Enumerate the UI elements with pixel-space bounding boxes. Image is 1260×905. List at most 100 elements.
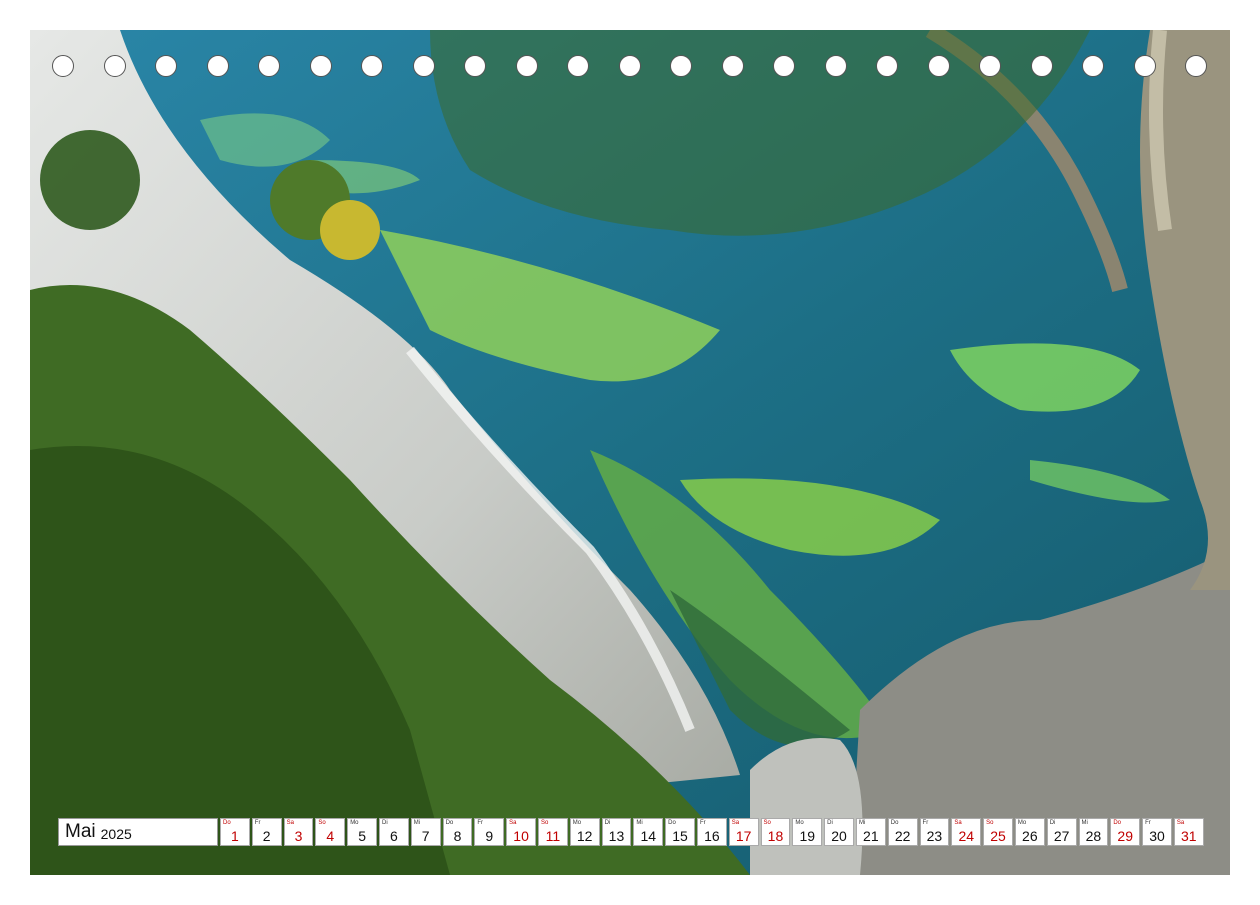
day-cell: Di 6: [378, 818, 409, 846]
day-cell: Sa 3: [283, 818, 314, 846]
day-number: 14: [640, 828, 657, 844]
day-number: 10: [513, 828, 529, 844]
binding-hole: [721, 55, 744, 77]
year-label: 2025: [100, 825, 132, 842]
calendar-photo: [30, 30, 1230, 875]
day-cell: Di 27: [1046, 818, 1077, 846]
day-number: 27: [1053, 828, 1070, 844]
weekday-label: Mi: [858, 820, 866, 826]
day-cell: Do 8: [442, 818, 473, 846]
weekday-label: So: [986, 820, 994, 826]
weekday-label: Fr: [922, 820, 929, 826]
day-number: 8: [453, 828, 462, 844]
day-cell: Do 29: [1110, 818, 1141, 846]
binding-hole: [670, 55, 692, 77]
day-cell: Do 15: [665, 818, 695, 846]
day-number: 26: [1022, 828, 1038, 844]
binding-hole: [412, 55, 435, 77]
weekday-label: Do: [668, 820, 676, 826]
day-number: 5: [358, 828, 366, 844]
weekday-label: Di: [381, 820, 388, 826]
binding-hole: [515, 55, 538, 77]
binding-hole: [309, 55, 332, 77]
day-cell: Sa 10: [506, 818, 536, 846]
day-cell: Mi 7: [410, 818, 441, 846]
weekday-label: Sa: [954, 820, 962, 826]
day-cell: Fr 2: [251, 818, 282, 846]
day-cell: So 4: [315, 818, 346, 846]
binding-hole: [103, 55, 126, 77]
weekday-label: Di: [1049, 820, 1056, 826]
binding-hole: [876, 55, 898, 77]
day-number: 12: [576, 828, 593, 844]
binding-holes: [52, 55, 1212, 79]
weekday-label: Fr: [477, 820, 484, 826]
weekday-label: Di: [827, 820, 833, 826]
day-cell: Mi 21: [855, 818, 886, 846]
weekday-label: Mo: [795, 820, 804, 826]
binding-hole: [361, 55, 383, 77]
day-number: 1: [231, 828, 239, 844]
day-number: 13: [608, 828, 625, 844]
day-cell: Sa 17: [728, 818, 759, 846]
day-number: 16: [704, 828, 720, 844]
day-number: 7: [421, 828, 430, 844]
weekday-label: Mi: [636, 820, 643, 826]
day-cell: Do 1: [220, 818, 250, 846]
binding-hole: [155, 55, 177, 77]
day-cell: Di 20: [824, 818, 854, 846]
day-cell: So 18: [760, 818, 791, 846]
weekday-label: Sa: [509, 820, 517, 826]
binding-hole: [979, 55, 1001, 77]
day-number: 6: [389, 828, 398, 844]
weekday-label: Mi: [413, 820, 421, 826]
day-cell: Mo 19: [792, 818, 823, 846]
day-cell: Mo 5: [347, 818, 377, 846]
day-number: 2: [262, 828, 271, 844]
binding-hole: [824, 55, 847, 77]
day-cell: Fr 30: [1142, 818, 1172, 846]
weekday-label: So: [763, 820, 771, 826]
day-number: 9: [485, 828, 494, 844]
binding-hole: [1030, 55, 1053, 77]
day-number: 30: [1149, 828, 1165, 844]
day-number: 29: [1117, 828, 1133, 844]
weekday-label: Do: [445, 820, 454, 826]
weekday-label: Mo: [572, 820, 582, 826]
day-number: 24: [958, 828, 975, 844]
weekday-label: Fr: [699, 820, 706, 826]
binding-hole: [52, 55, 74, 77]
day-cell: Mo 12: [569, 818, 600, 846]
month-label: Mai 2025: [58, 818, 218, 846]
binding-hole: [1185, 55, 1207, 77]
day-number: 21: [863, 828, 879, 844]
day-number: 23: [926, 828, 943, 844]
weekday-label: Sa: [1176, 820, 1185, 826]
binding-hole: [1133, 55, 1156, 77]
day-number: 20: [831, 828, 847, 844]
day-cell: Mo 26: [1014, 818, 1045, 846]
day-cell: Fr 9: [474, 818, 505, 846]
day-cell: Do 22: [887, 818, 918, 846]
weekday-label: Do: [890, 820, 899, 826]
weekday-label: Mo: [350, 820, 359, 826]
weekday-label: Fr: [254, 820, 261, 826]
weekday-label: Do: [1113, 820, 1121, 826]
binding-hole: [618, 55, 641, 77]
day-cell: Mi 14: [633, 818, 664, 846]
weekday-label: Mi: [1081, 820, 1088, 826]
day-cell: Di 13: [601, 818, 632, 846]
calendar-strip: Mai 2025 Do 1 Fr 2 Sa 3 So 4 Mo 5 Di 6 Mi 7 Do 8 Fr 9 Sa 10…: [58, 818, 1204, 846]
day-number: 25: [990, 828, 1006, 844]
weekday-label: So: [318, 820, 326, 826]
day-cell: Sa 31: [1173, 818, 1204, 846]
day-number: 18: [767, 828, 784, 844]
day-number: 31: [1181, 828, 1197, 844]
chalk-cliffs-landscape-image: [30, 30, 1230, 875]
day-number: 28: [1085, 828, 1102, 844]
binding-hole: [206, 55, 229, 77]
day-number: 22: [894, 828, 911, 844]
weekday-label: Do: [223, 820, 231, 826]
day-cell: Mi 28: [1078, 818, 1109, 846]
day-cell: So 25: [983, 818, 1013, 846]
